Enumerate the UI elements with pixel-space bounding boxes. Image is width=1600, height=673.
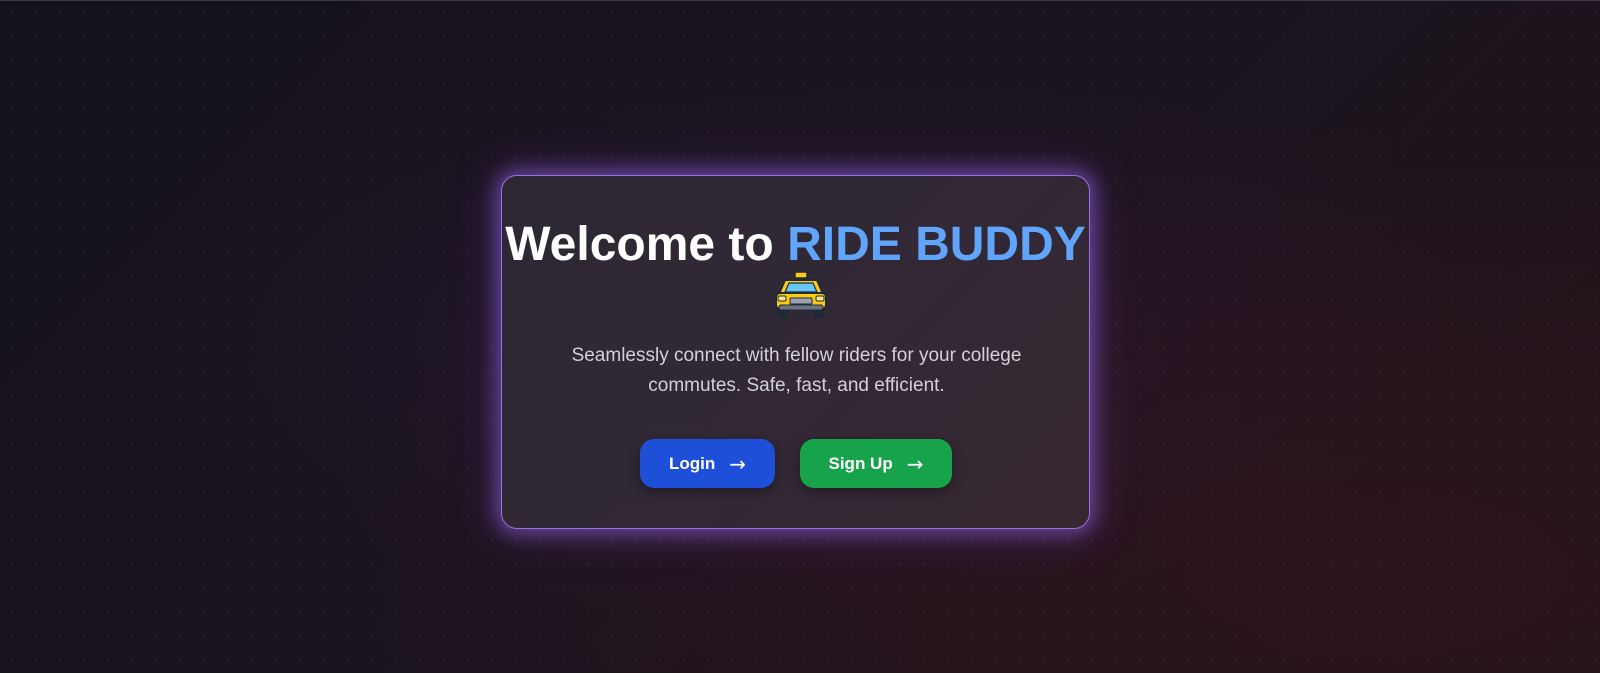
page-subtitle: Seamlessly connect with fellow riders fo… <box>571 345 1022 396</box>
title-prefix: Welcome to <box>505 218 788 271</box>
welcome-card: Welcome to RIDE BUDDY Seamlessly connect… <box>501 175 1090 529</box>
window-top-border <box>0 0 1600 1</box>
login-button[interactable]: Login → <box>640 439 775 488</box>
arrow-right-icon: → <box>906 451 924 476</box>
signup-button[interactable]: Sign Up → <box>800 439 952 488</box>
arrow-right-icon: → <box>729 451 747 476</box>
login-button-label: Login <box>668 453 716 473</box>
signup-button-label: Sign Up <box>828 453 893 473</box>
brand-name: RIDE BUDDY <box>787 218 1086 271</box>
taxi-icon <box>773 270 829 320</box>
page-title: Welcome to RIDE BUDDY <box>502 220 1089 322</box>
